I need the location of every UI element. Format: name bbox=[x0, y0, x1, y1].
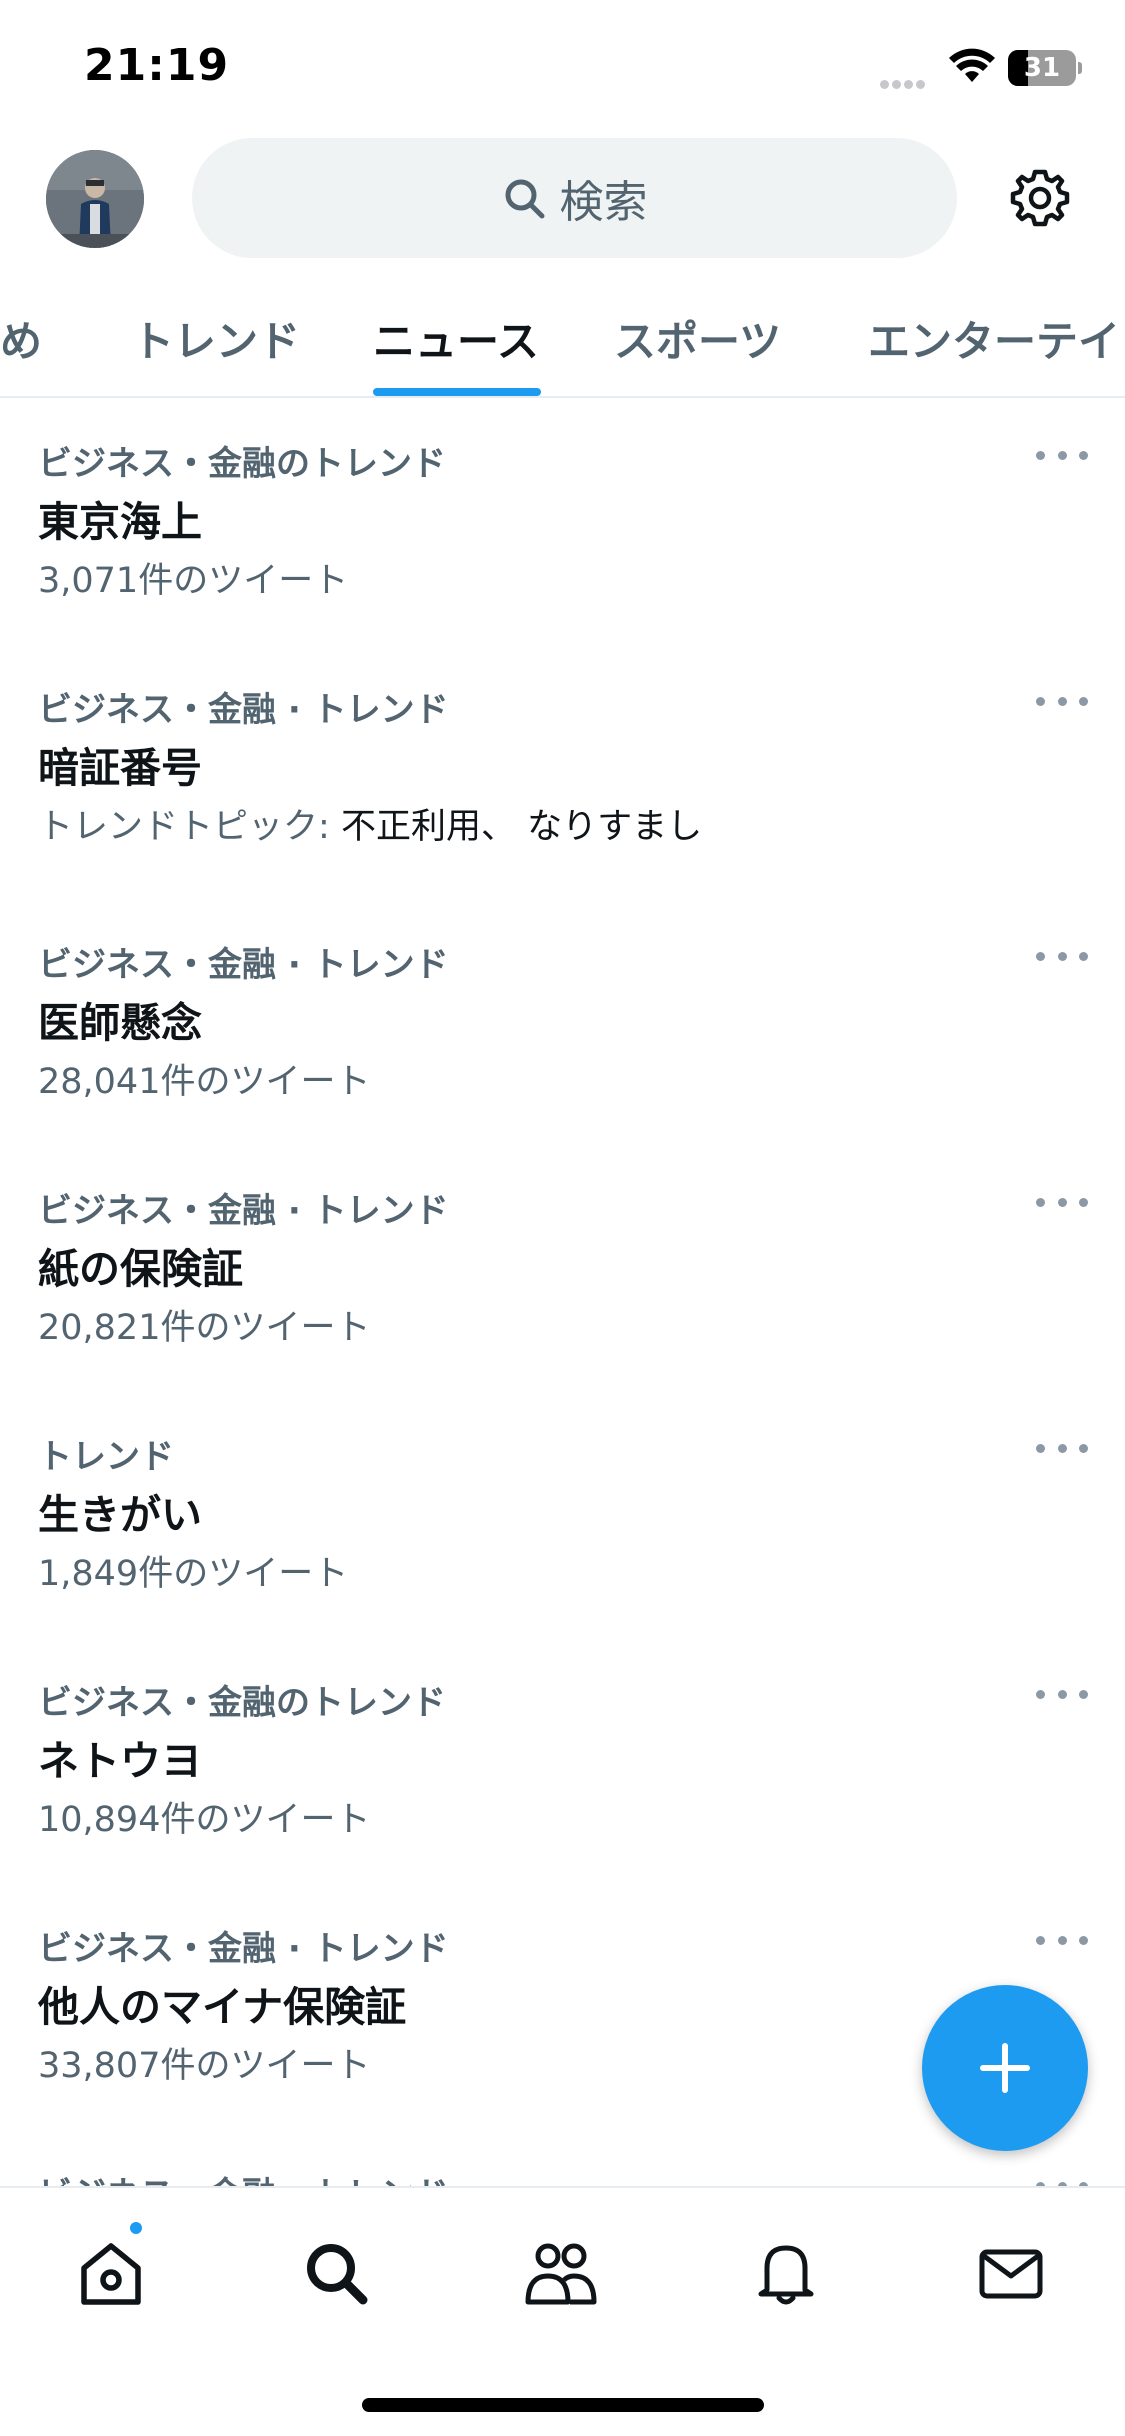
trend-topics-values: 不正利用、 なりすまし bbox=[340, 807, 703, 847]
bell-icon bbox=[758, 2245, 814, 2305]
nav-home[interactable] bbox=[66, 2228, 156, 2318]
tab-entertainment[interactable]: エンターテイ bbox=[868, 308, 1120, 369]
trend-tweet-count: 10,894件のツイート bbox=[38, 1800, 371, 1840]
nav-messages[interactable] bbox=[966, 2228, 1056, 2318]
trend-item[interactable]: ビジネス・金融 · トレンド 紙の保険証 20,821件のツイート bbox=[0, 1183, 1125, 1363]
tab-news[interactable]: ニュース bbox=[373, 308, 539, 369]
search-icon bbox=[307, 2244, 368, 2305]
trend-tweet-count: 20,821件のツイート bbox=[38, 1308, 371, 1348]
avatar[interactable] bbox=[46, 150, 144, 248]
trend-category: ビジネス・金融 · トレンド bbox=[38, 1191, 449, 1231]
nav-search[interactable] bbox=[291, 2228, 381, 2318]
status-bar: 21:19 31 bbox=[0, 0, 1125, 130]
more-options-icon[interactable] bbox=[1036, 941, 1088, 971]
trend-title: 他人のマイナ保険証 bbox=[38, 1983, 407, 2031]
wifi-icon bbox=[949, 48, 995, 82]
status-time: 21:19 bbox=[84, 40, 230, 91]
trend-item[interactable]: ビジネス・金融 · トレンド 暗証番号 トレンドトピック: 不正利用、 なりすま… bbox=[0, 682, 1125, 882]
trend-title: 暗証番号 bbox=[38, 744, 202, 792]
more-options-icon[interactable] bbox=[1036, 1925, 1088, 1955]
trend-item[interactable]: ビジネス・金融のトレンド 東京海上 3,071件のツイート bbox=[0, 436, 1125, 616]
explore-tabs: め トレンド ニュース スポーツ エンターテイ bbox=[0, 290, 1125, 398]
trend-tweet-count: 28,041件のツイート bbox=[38, 1062, 371, 1102]
trend-title: 東京海上 bbox=[38, 498, 202, 546]
compose-tweet-button[interactable] bbox=[922, 1985, 1088, 2151]
home-icon bbox=[81, 2243, 141, 2305]
trend-tweet-count: 3,071件のツイート bbox=[38, 561, 349, 601]
trend-item[interactable]: ビジネス・金融 · トレンド 医師懸念 28,041件のツイート bbox=[0, 937, 1125, 1117]
plus-icon bbox=[980, 2043, 1030, 2093]
trend-category: ビジネス・金融のトレンド bbox=[38, 1683, 446, 1723]
tab-sports[interactable]: スポーツ bbox=[614, 308, 781, 369]
trend-tweet-count: 33,807件のツイート bbox=[38, 2046, 371, 2086]
more-options-icon[interactable] bbox=[1036, 686, 1088, 716]
trend-item[interactable]: ビジネス・金融のトレンド ネトウヨ 10,894件のツイート bbox=[0, 1675, 1125, 1855]
more-options-icon[interactable] bbox=[1036, 1187, 1088, 1217]
trend-item[interactable]: トレンド 生きがい 1,849件のツイート bbox=[0, 1429, 1125, 1609]
trend-category: ビジネス・金融 · トレンド bbox=[38, 690, 449, 730]
home-notification-dot bbox=[128, 2220, 144, 2236]
home-indicator[interactable] bbox=[362, 2398, 764, 2412]
cellular-signal-icon bbox=[880, 74, 928, 93]
battery-icon: 31 bbox=[1008, 50, 1076, 86]
trend-topics-label: トレンドトピック: bbox=[38, 807, 330, 847]
trend-category: ビジネス・金融 · トレンド bbox=[38, 945, 449, 985]
more-options-icon[interactable] bbox=[1036, 1679, 1088, 1709]
trend-category: ビジネス・金融のトレンド bbox=[38, 444, 446, 484]
settings-gear-icon[interactable] bbox=[1008, 166, 1072, 230]
trend-category: トレンド bbox=[38, 1437, 174, 1477]
tab-trending[interactable]: トレンド bbox=[132, 308, 300, 369]
search-input[interactable]: 検索 bbox=[192, 138, 957, 258]
nav-communities[interactable] bbox=[516, 2228, 606, 2318]
communities-icon bbox=[525, 2243, 597, 2305]
nav-notifications[interactable] bbox=[741, 2228, 831, 2318]
search-placeholder: 検索 bbox=[559, 177, 648, 228]
trend-title: 医師懸念 bbox=[38, 999, 202, 1047]
trend-tweet-count: 1,849件のツイート bbox=[38, 1554, 349, 1594]
tab-for-you[interactable]: め bbox=[0, 308, 42, 369]
trend-title: 生きがい bbox=[38, 1491, 202, 1539]
trend-title: 紙の保険証 bbox=[38, 1245, 243, 1293]
trend-title: ネトウヨ bbox=[38, 1737, 202, 1785]
battery-level: 31 bbox=[1023, 53, 1061, 83]
mail-icon bbox=[979, 2249, 1043, 2299]
search-icon bbox=[505, 179, 544, 219]
trend-topics: トレンドトピック: 不正利用、 なりすまし bbox=[38, 798, 702, 849]
more-options-icon[interactable] bbox=[1036, 440, 1088, 470]
more-options-icon[interactable] bbox=[1036, 1433, 1088, 1463]
active-tab-indicator bbox=[373, 388, 541, 396]
trend-category: ビジネス・金融 · トレンド bbox=[38, 1929, 449, 1969]
